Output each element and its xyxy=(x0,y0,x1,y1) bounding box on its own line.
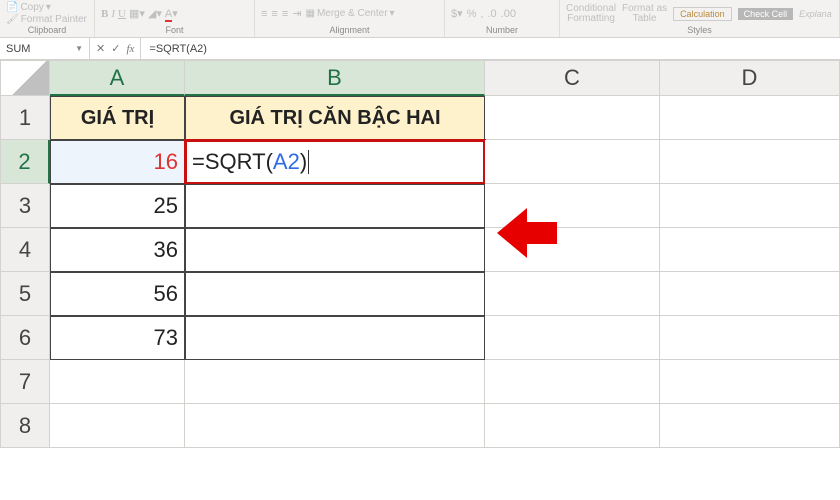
cell-D2[interactable] xyxy=(660,140,840,184)
cell-D8[interactable] xyxy=(660,404,840,448)
increase-decimal-button[interactable]: .0 xyxy=(487,8,496,20)
text-cursor xyxy=(308,150,309,174)
styles-group-label: Styles xyxy=(566,25,833,36)
style-calculation[interactable]: Calculation xyxy=(673,7,732,21)
align-right-button[interactable]: ≡ xyxy=(282,8,288,20)
row-header-5[interactable]: 5 xyxy=(0,272,50,316)
row-header-6[interactable]: 6 xyxy=(0,316,50,360)
editing-formula-text: =SQRT(A2) xyxy=(192,149,307,175)
row-header-2[interactable]: 2 xyxy=(0,140,50,184)
row-header-4[interactable]: 4 xyxy=(0,228,50,272)
border-button[interactable]: ▦▾ xyxy=(129,7,145,20)
cell-C4[interactable] xyxy=(485,228,660,272)
cell-D5[interactable] xyxy=(660,272,840,316)
worksheet[interactable]: A B C D 1 GIÁ TRỊ GIÁ TRỊ CĂN BẬC HAI 2 … xyxy=(0,60,840,448)
alignment-group-label: Alignment xyxy=(261,25,438,36)
cell-C5[interactable] xyxy=(485,272,660,316)
cell-D3[interactable] xyxy=(660,184,840,228)
column-header-C[interactable]: C xyxy=(485,60,660,96)
formula-bar-value: =SQRT(A2) xyxy=(149,43,207,55)
italic-button[interactable]: I xyxy=(111,8,115,20)
cell-B6[interactable] xyxy=(185,316,485,360)
number-group-label: Number xyxy=(451,25,553,36)
fill-color-button[interactable]: ◢▾ xyxy=(148,7,162,20)
name-box[interactable]: SUM ▼ xyxy=(0,38,90,59)
cell-C6[interactable] xyxy=(485,316,660,360)
copy-button[interactable]: 📄 Copy ▾ xyxy=(6,2,51,13)
align-left-button[interactable]: ≡ xyxy=(261,8,267,20)
ribbon: 📄 Copy ▾ 🖌 Format Painter Clipboard B I … xyxy=(0,0,840,38)
format-painter-button[interactable]: 🖌 Format Painter xyxy=(6,14,87,25)
format-as-table-button[interactable]: Format as Table xyxy=(622,4,667,24)
cell-D1[interactable] xyxy=(660,96,840,140)
cell-C1[interactable] xyxy=(485,96,660,140)
cell-D7[interactable] xyxy=(660,360,840,404)
currency-button[interactable]: $▾ xyxy=(451,7,463,20)
cell-D6[interactable] xyxy=(660,316,840,360)
copy-label: Copy xyxy=(20,2,43,13)
decrease-decimal-button[interactable]: .00 xyxy=(501,8,516,20)
cell-B3[interactable] xyxy=(185,184,485,228)
merge-center-button[interactable]: ▦ Merge & Center ▾ xyxy=(305,8,394,19)
column-header-B[interactable]: B xyxy=(185,60,485,96)
cell-B4[interactable] xyxy=(185,228,485,272)
font-color-button[interactable]: A▾ xyxy=(165,7,178,20)
cell-A4[interactable]: 36 xyxy=(50,228,185,272)
cell-A8[interactable] xyxy=(50,404,185,448)
cell-A2[interactable]: 16 xyxy=(50,140,185,184)
underline-button[interactable]: U xyxy=(118,8,126,20)
column-header-D[interactable]: D xyxy=(660,60,840,96)
cell-C8[interactable] xyxy=(485,404,660,448)
style-explanatory[interactable]: Explana xyxy=(799,9,832,19)
style-check-cell[interactable]: Check Cell xyxy=(738,8,794,20)
conditional-formatting-button[interactable]: Conditional Formatting xyxy=(566,4,616,24)
column-header-A[interactable]: A xyxy=(50,60,185,96)
chevron-down-icon: ▼ xyxy=(75,44,83,53)
cell-C2[interactable] xyxy=(485,140,660,184)
cell-D4[interactable] xyxy=(660,228,840,272)
clipboard-group-label: Clipboard xyxy=(6,25,88,36)
formula-bar-input[interactable]: =SQRT(A2) xyxy=(141,38,840,59)
cell-B5[interactable] xyxy=(185,272,485,316)
percent-button[interactable]: % xyxy=(467,8,477,20)
cell-A7[interactable] xyxy=(50,360,185,404)
bold-button[interactable]: B xyxy=(101,8,108,20)
indent-button[interactable]: ⇥ xyxy=(292,7,301,20)
fx-icon[interactable]: fx xyxy=(126,43,134,55)
row-header-1[interactable]: 1 xyxy=(0,96,50,140)
font-group-label: Font xyxy=(101,25,248,36)
cell-A6[interactable]: 73 xyxy=(50,316,185,360)
row-header-3[interactable]: 3 xyxy=(0,184,50,228)
cell-A5[interactable]: 56 xyxy=(50,272,185,316)
cell-C3[interactable] xyxy=(485,184,660,228)
cell-A1[interactable]: GIÁ TRỊ xyxy=(50,96,185,140)
formula-bar-row: SUM ▼ ✕ ✓ fx =SQRT(A2) xyxy=(0,38,840,60)
name-box-value: SUM xyxy=(6,43,30,55)
column-headers: A B C D xyxy=(0,60,840,96)
enter-formula-button[interactable]: ✓ xyxy=(111,42,120,55)
row-header-8[interactable]: 8 xyxy=(0,404,50,448)
row-header-7[interactable]: 7 xyxy=(0,360,50,404)
select-all-corner[interactable] xyxy=(0,60,50,96)
cell-B8[interactable] xyxy=(185,404,485,448)
align-center-button[interactable]: ≡ xyxy=(271,8,277,20)
cancel-formula-button[interactable]: ✕ xyxy=(96,42,105,55)
cell-B1[interactable]: GIÁ TRỊ CĂN BẬC HAI xyxy=(185,96,485,140)
cell-B2[interactable]: =SQRT(A2) xyxy=(185,140,485,184)
comma-button[interactable]: , xyxy=(480,8,483,20)
merge-center-label: Merge & Center xyxy=(317,8,388,19)
cell-B7[interactable] xyxy=(185,360,485,404)
format-painter-label: Format Painter xyxy=(21,14,87,25)
cell-C7[interactable] xyxy=(485,360,660,404)
cell-A3[interactable]: 25 xyxy=(50,184,185,228)
